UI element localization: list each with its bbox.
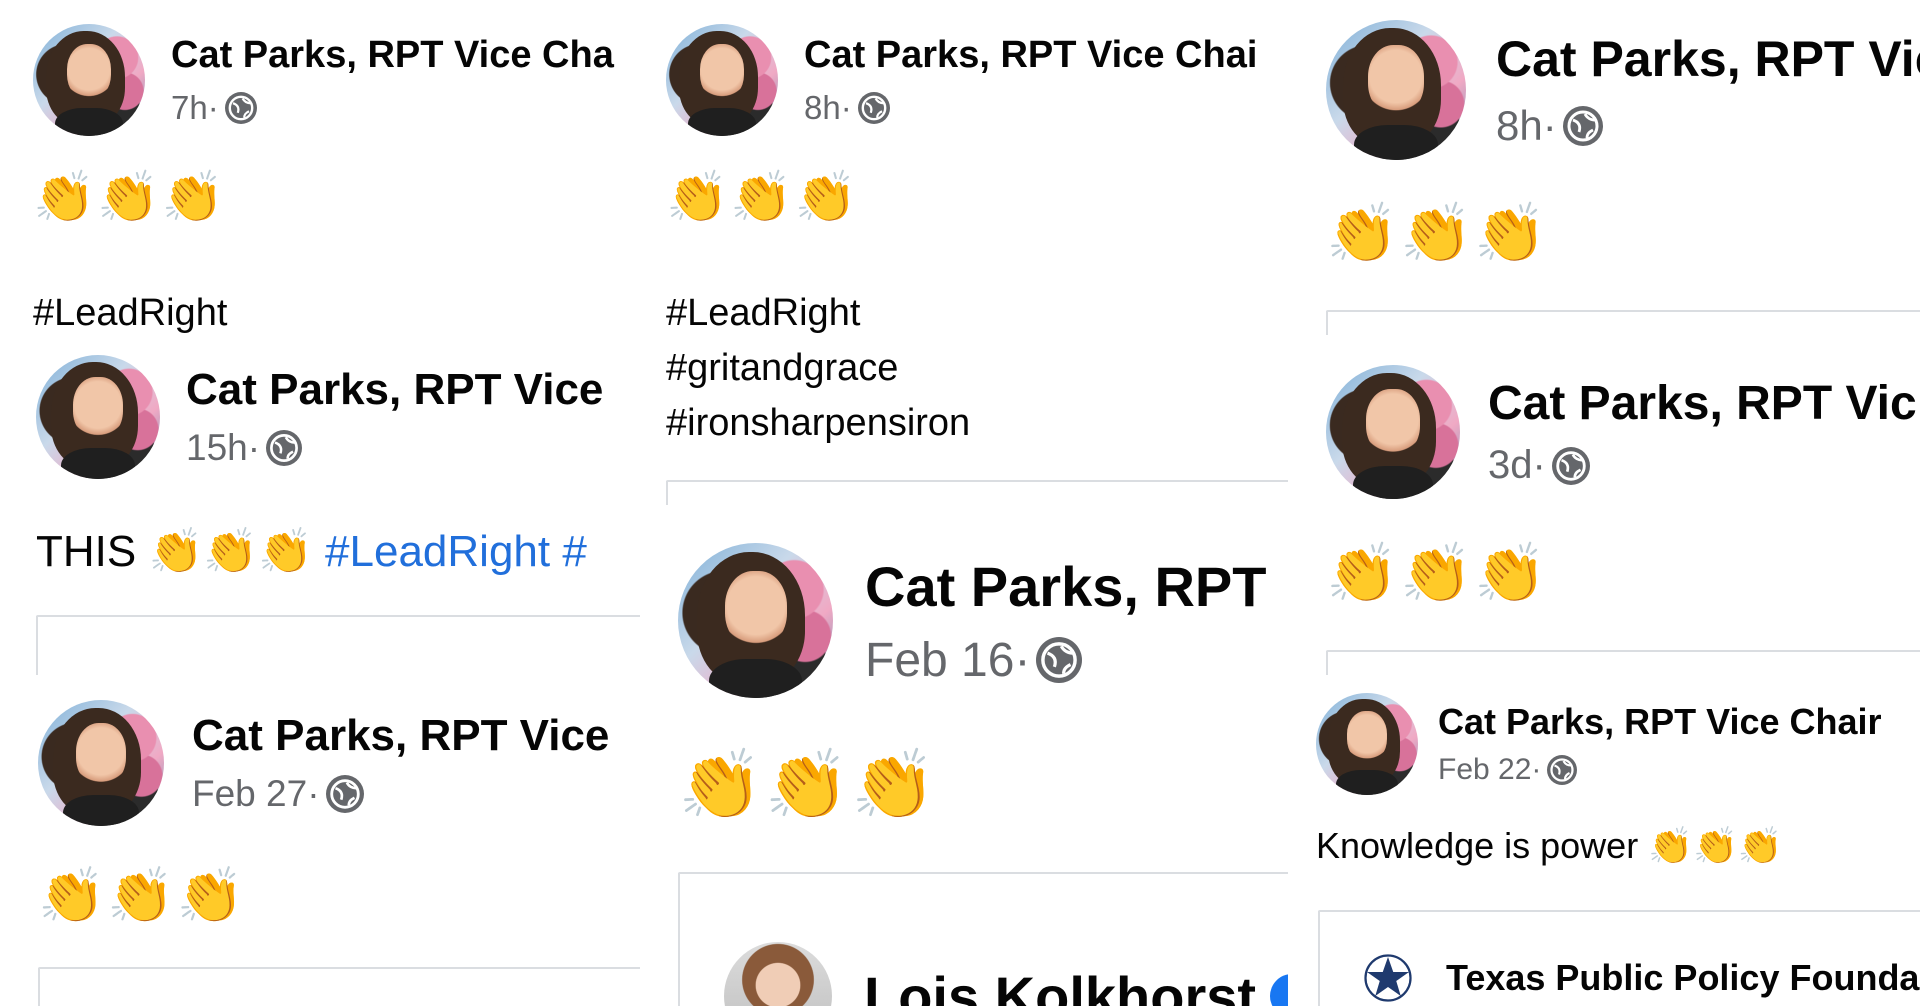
post-card: Cat Parks, RPT Vice Feb 27 · 👏👏👏: [0, 675, 640, 1006]
author-avatar[interactable]: [1316, 693, 1418, 795]
post-text-prefix: Knowledge is power: [1316, 825, 1649, 866]
post-header: Cat Parks, RPT Vice 15h ·: [36, 355, 603, 479]
meta-separator: ·: [1532, 443, 1546, 487]
shared-author-avatar[interactable]: [724, 942, 832, 1006]
author-avatar[interactable]: [1326, 365, 1460, 499]
post-time[interactable]: Feb 27: [192, 773, 307, 815]
hashtag-link[interactable]: #gritandgrace: [666, 347, 898, 390]
hashtag-link[interactable]: #LeadRight: [666, 292, 860, 335]
post-card: Cat Parks, RPT Vice 15h · THIS 👏👏👏 #Lead…: [0, 335, 640, 675]
shared-post-header: Lois Kolkhorst: [724, 942, 1288, 1006]
author-avatar[interactable]: [33, 24, 145, 136]
post-body-claps: 👏👏👏: [1326, 541, 1549, 606]
post-body-claps: 👏👏👏: [148, 527, 313, 576]
link-preview-card[interactable]: [1326, 650, 1920, 675]
post-body-claps: 👏👏👏: [1326, 201, 1549, 266]
author-name[interactable]: Cat Parks, RPT Vice Cha: [171, 34, 614, 77]
shared-author-name[interactable]: Texas Public Policy Founda: [1446, 957, 1919, 999]
post-text: THIS 👏👏👏 #LeadRight #: [36, 525, 587, 577]
meta-separator: ·: [1014, 633, 1031, 687]
author-avatar[interactable]: [38, 700, 164, 826]
hashtag-link[interactable]: #ironsharpensiron: [666, 402, 970, 445]
meta-separator: ·: [1531, 753, 1542, 786]
post-header: Cat Parks, RPT Vic 8h ·: [1326, 20, 1920, 160]
globe-icon: [1036, 637, 1083, 683]
post-header: Cat Parks, RPT Vice Feb 27 ·: [38, 700, 609, 826]
post-body-claps: 👏👏👏: [666, 169, 859, 225]
hashtag-link[interactable]: #LeadRight: [33, 292, 227, 335]
author-avatar[interactable]: [1326, 20, 1466, 160]
post-card: Cat Parks, RPT Vice Cha 7h · 👏👏👏 #LeadRi…: [0, 0, 640, 335]
author-name[interactable]: Cat Parks, RPT Vice: [192, 711, 609, 761]
author-name[interactable]: Cat Parks, RPT Vice Chair: [1438, 701, 1882, 743]
globe-icon: [857, 91, 890, 124]
post-body-claps: 👏👏👏: [1648, 825, 1783, 866]
post-body-claps: 👏👏👏: [678, 747, 939, 823]
meta-separator: ·: [207, 88, 219, 126]
post-header: Cat Parks, RPT Vic 3d ·: [1326, 365, 1917, 499]
meta-separator: ·: [840, 88, 852, 126]
post-time[interactable]: 8h: [1496, 102, 1543, 150]
globe-icon: [1562, 106, 1603, 146]
post-header: Cat Parks, RPT Vice Chai 8h ·: [666, 24, 1257, 136]
link-preview-card[interactable]: [1326, 310, 1920, 335]
post-time[interactable]: 15h: [186, 427, 248, 469]
author-avatar[interactable]: [36, 355, 160, 479]
author-name[interactable]: Cat Parks, RPT: [865, 554, 1267, 619]
globe-icon: [266, 430, 303, 466]
post-header: Cat Parks, RPT Feb 16 ·: [678, 543, 1267, 698]
globe-icon: [1551, 446, 1590, 485]
author-name[interactable]: Cat Parks, RPT Vice: [186, 365, 603, 415]
shared-page-card[interactable]: Texas Public Policy Founda: [1318, 910, 1920, 1006]
post-card: Cat Parks, RPT Vic 3d · 👏👏👏: [1288, 335, 1920, 675]
link-preview-card[interactable]: [666, 480, 1288, 505]
post-header: Cat Parks, RPT Vice Chair Feb 22 ·: [1316, 693, 1882, 795]
author-name[interactable]: Cat Parks, RPT Vice Chai: [804, 34, 1257, 77]
post-text: Knowledge is power 👏👏👏: [1316, 825, 1783, 867]
verified-badge-icon: [1270, 974, 1288, 1006]
post-time[interactable]: 3d: [1488, 443, 1533, 488]
shared-author-name[interactable]: Lois Kolkhorst: [864, 964, 1256, 1006]
post-body-claps: 👏👏👏: [38, 866, 246, 926]
post-text-prefix: THIS: [36, 527, 149, 576]
meta-separator: ·: [247, 427, 261, 468]
post-body-claps: 👏👏👏: [33, 169, 226, 225]
author-name[interactable]: Cat Parks, RPT Vic: [1488, 376, 1917, 431]
post-time[interactable]: 7h: [171, 89, 208, 127]
author-avatar[interactable]: [678, 543, 833, 698]
meta-separator: ·: [307, 773, 320, 814]
link-preview-card[interactable]: [36, 615, 640, 675]
globe-icon: [325, 775, 364, 813]
post-time[interactable]: 8h: [804, 89, 841, 127]
shared-post-header: Texas Public Policy Founda: [1348, 938, 1919, 1006]
meta-separator: ·: [1542, 102, 1557, 149]
post-header: Cat Parks, RPT Vice Cha 7h ·: [33, 24, 614, 136]
screenshot-collage: Cat Parks, RPT Vice Cha 7h · 👏👏👏 #LeadRi…: [0, 0, 1920, 1006]
post-card: Cat Parks, RPT Vic 8h · 👏👏👏: [1288, 0, 1920, 335]
author-name[interactable]: Cat Parks, RPT Vic: [1496, 30, 1920, 88]
author-avatar[interactable]: [666, 24, 778, 136]
globe-icon: [224, 91, 257, 124]
shared-post-card[interactable]: Lois Kolkhorst: [678, 872, 1288, 1006]
post-card: Cat Parks, RPT Feb 16 · 👏👏👏 Lois Kolkhor…: [640, 505, 1288, 1006]
post-card: Cat Parks, RPT Vice Chair Feb 22 · Knowl…: [1288, 675, 1920, 1006]
link-preview-card[interactable]: [38, 967, 640, 1006]
star-logo-icon[interactable]: [1348, 938, 1428, 1006]
post-time[interactable]: Feb 16: [865, 633, 1014, 688]
globe-icon: [1547, 755, 1578, 785]
post-card: Cat Parks, RPT Vice Chai 8h · 👏👏👏 #LeadR…: [640, 0, 1288, 505]
hashtag-link[interactable]: #LeadRight #: [313, 527, 587, 576]
post-time[interactable]: Feb 22: [1438, 753, 1531, 787]
